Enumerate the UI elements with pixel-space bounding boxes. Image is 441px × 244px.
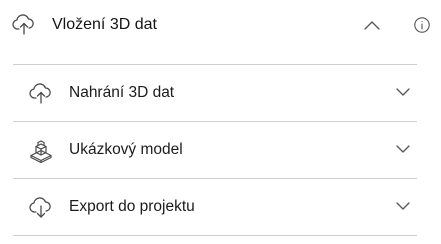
- cloud-upload-icon: [10, 10, 38, 38]
- section-sample-model[interactable]: Ukázkový model: [13, 122, 417, 178]
- chevron-up-icon: [360, 14, 384, 36]
- panel-title: Vložení 3D dat: [52, 16, 157, 33]
- chevron-down-icon[interactable]: [393, 85, 413, 99]
- divider: [13, 235, 417, 236]
- section-label: Ukázkový model: [69, 141, 183, 158]
- panel-header: Vložení 3D dat: [0, 0, 441, 50]
- chevron-down-icon[interactable]: [393, 142, 413, 156]
- info-icon: [413, 16, 431, 34]
- cloud-upload-icon: [27, 79, 55, 107]
- section-upload-3d-data[interactable]: Nahrání 3D dat: [13, 65, 417, 121]
- section-export-to-project[interactable]: Export do projektu: [13, 179, 417, 235]
- cloud-download-icon: [27, 193, 55, 221]
- info-button[interactable]: [413, 16, 431, 34]
- chevron-down-icon[interactable]: [393, 199, 413, 213]
- model-icon: [27, 136, 55, 164]
- collapse-button[interactable]: [360, 14, 384, 36]
- section-label: Export do projektu: [69, 198, 195, 215]
- section-label: Nahrání 3D dat: [69, 84, 175, 101]
